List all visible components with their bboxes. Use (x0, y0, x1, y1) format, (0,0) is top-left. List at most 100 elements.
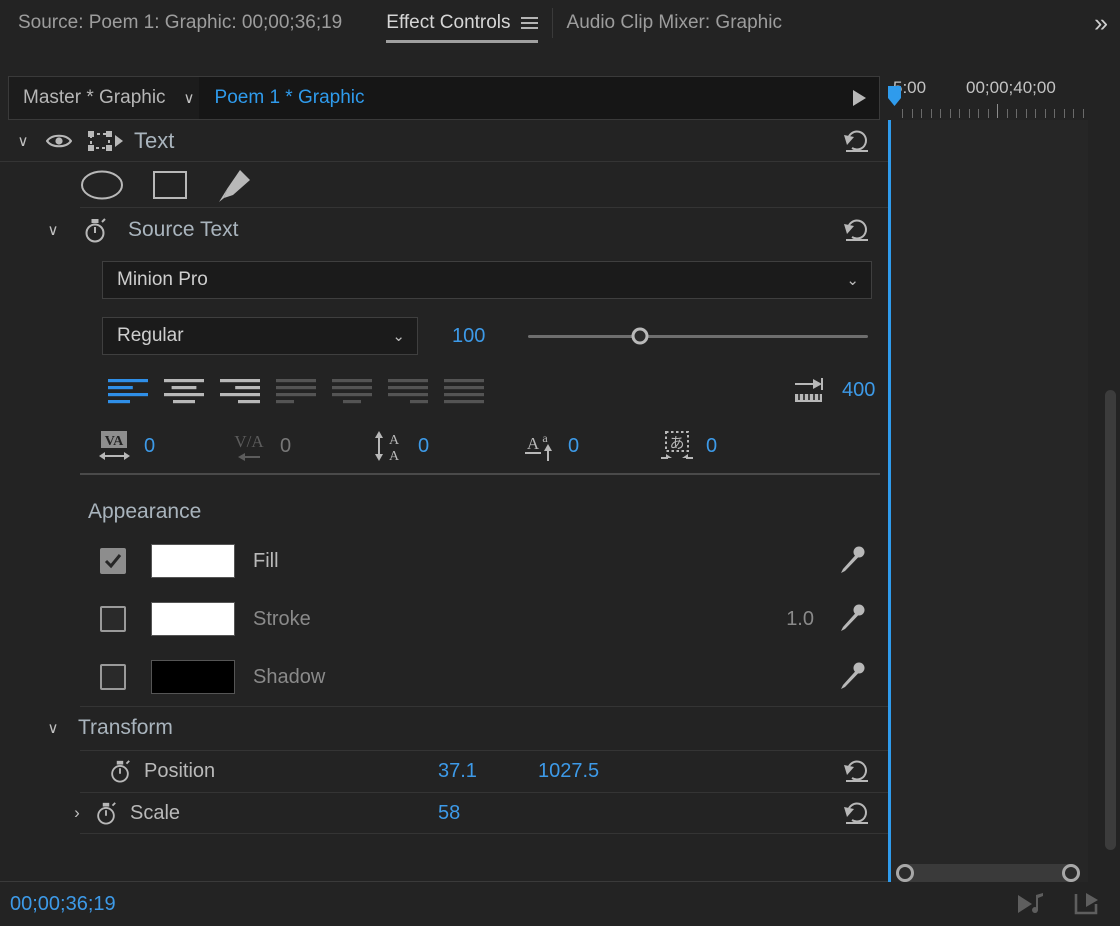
play-audio-icon[interactable] (1016, 892, 1046, 916)
position-reset-icon[interactable] (842, 758, 872, 784)
leading-icon: A A (372, 429, 406, 463)
keyframe-track-area[interactable] (888, 120, 1088, 882)
font-family-value: Minion Pro (117, 269, 208, 290)
tab-overflow-icon[interactable]: » (1094, 6, 1108, 40)
source-text-reset-icon[interactable] (842, 217, 872, 243)
fill-label: Fill (253, 549, 279, 572)
eye-icon[interactable] (46, 132, 72, 150)
scale-value[interactable]: 58 (438, 802, 460, 825)
svg-text:a: a (542, 431, 548, 445)
tab-source-label: Source: Poem 1: Graphic: 00;00;36;19 (18, 12, 343, 33)
position-y-value[interactable]: 1027.5 (538, 760, 599, 783)
tab-width-value[interactable]: 400 (842, 379, 875, 402)
stroke-width-value[interactable]: 1.0 (786, 608, 814, 631)
source-text-disclosure-icon[interactable]: ∨ (44, 221, 62, 239)
status-bar: 00;00;36;19 (0, 882, 1120, 926)
tab-audio-clip-mixer-label: Audio Clip Mixer: Graphic (566, 12, 782, 33)
fill-color-swatch[interactable] (151, 544, 235, 578)
tab-source-monitor[interactable]: Source: Poem 1: Graphic: 00;00;36;19 (0, 0, 372, 46)
justify-last-center-button[interactable] (324, 375, 380, 405)
position-label: Position (144, 759, 216, 782)
align-right-button[interactable] (212, 375, 268, 405)
selector-chevron-down-icon[interactable]: ∨ (180, 89, 199, 107)
export-frame-icon[interactable] (1072, 891, 1100, 917)
motion-bounding-box-icon[interactable] (86, 130, 124, 152)
tsume-value[interactable]: 0 (706, 435, 717, 458)
tab-audio-clip-mixer[interactable]: Audio Clip Mixer: Graphic (553, 0, 796, 46)
tsume-control[interactable]: あ 0 (660, 429, 717, 463)
text-layer-reset-icon[interactable] (842, 128, 872, 154)
master-graphic-label[interactable]: Master * Graphic (9, 87, 180, 109)
ruler-label-1: 00;00;40;00 (966, 78, 1056, 97)
baseline-shift-control[interactable]: A a 0 (522, 429, 660, 463)
font-size-slider[interactable] (528, 317, 868, 355)
shadow-label: Shadow (253, 665, 326, 688)
justify-last-left-button[interactable] (268, 375, 324, 405)
position-stopwatch-icon[interactable] (108, 758, 132, 784)
playhead-line (888, 120, 891, 882)
clip-play-icon[interactable] (839, 77, 879, 119)
ruler-ticks (888, 104, 1088, 118)
baseline-shift-icon: A a (522, 429, 556, 463)
transform-section-header[interactable]: ∨ Transform (0, 706, 888, 750)
scale-stopwatch-icon[interactable] (94, 800, 118, 826)
appearance-row-stroke: Stroke 1.0 (0, 590, 888, 648)
source-text-stopwatch-icon[interactable] (82, 216, 108, 244)
justify-last-right-button[interactable] (380, 375, 436, 405)
shadow-eyedropper-icon[interactable] (838, 662, 866, 692)
timeline-zoom-scrollbar[interactable] (888, 862, 1088, 884)
tab-width-icon[interactable] (792, 375, 826, 405)
zoom-handle-right[interactable] (1062, 864, 1080, 882)
shadow-color-swatch[interactable] (151, 660, 235, 694)
tab-effect-controls[interactable]: Effect Controls (372, 0, 551, 46)
fill-checkbox[interactable] (100, 548, 126, 574)
rectangle-tool-icon[interactable] (152, 169, 188, 201)
scale-expand-chevron-icon[interactable]: › (68, 803, 86, 823)
position-x-value[interactable]: 37.1 (438, 760, 477, 783)
playhead-marker[interactable] (888, 86, 901, 106)
clip-graphic-label[interactable]: Poem 1 * Graphic (198, 77, 839, 119)
pen-tool-icon[interactable] (216, 168, 252, 202)
align-center-button[interactable] (156, 375, 212, 405)
justify-all-button[interactable] (436, 375, 492, 405)
transform-title: Transform (78, 716, 173, 739)
transform-disclosure-icon[interactable]: ∨ (44, 719, 62, 737)
stroke-eyedropper-icon[interactable] (838, 604, 866, 634)
leading-control[interactable]: A A 0 (372, 429, 522, 463)
tracking-control[interactable]: VA 0 (98, 429, 234, 463)
appearance-row-fill: Fill (0, 532, 888, 590)
vertical-scrollbar[interactable] (1105, 390, 1116, 850)
font-size-slider-knob[interactable] (631, 327, 649, 345)
transform-row-position: Position 37.1 1027.5 (0, 750, 888, 792)
panel-menu-icon[interactable] (520, 17, 538, 29)
font-family-row: Minion Pro ⌄ (0, 252, 888, 308)
text-layer-disclosure-icon[interactable]: ∨ (14, 132, 32, 150)
kerning-value: 0 (280, 434, 292, 457)
appearance-row-shadow: Shadow (0, 648, 888, 706)
font-family-select[interactable]: Minion Pro ⌄ (102, 261, 872, 299)
font-size-value[interactable]: 100 (452, 325, 508, 348)
timeline-ruler[interactable]: 5:00 00;00;40;00 (888, 76, 1088, 120)
shadow-checkbox[interactable] (100, 664, 126, 690)
leading-value[interactable]: 0 (418, 435, 429, 458)
align-left-button[interactable] (100, 375, 156, 405)
scale-reset-icon[interactable] (842, 800, 872, 826)
ellipse-tool-icon[interactable] (80, 169, 124, 201)
tracking-value[interactable]: 0 (144, 435, 155, 458)
source-text-header[interactable]: ∨ Source Text (0, 208, 888, 252)
baseline-shift-value[interactable]: 0 (568, 435, 579, 458)
active-tab-underline (386, 40, 538, 43)
current-timecode[interactable]: 00;00;36;19 (0, 893, 116, 916)
font-style-chevron-down-icon: ⌄ (392, 328, 405, 345)
fill-eyedropper-icon[interactable] (838, 546, 866, 576)
font-style-select[interactable]: Regular ⌄ (102, 317, 418, 355)
source-text-label: Source Text (128, 218, 239, 241)
font-family-chevron-down-icon: ⌄ (846, 272, 859, 289)
shape-tools-row (0, 162, 888, 208)
stroke-checkbox[interactable] (100, 606, 126, 632)
stroke-color-swatch[interactable] (151, 602, 235, 636)
zoom-handle-left[interactable] (896, 864, 914, 882)
effect-controls-body: ∨ Text ∨ Source Text Minion Pro ⌄ Regula… (0, 120, 1120, 882)
svg-text:A: A (527, 434, 540, 453)
layer-row-text[interactable]: ∨ Text (0, 120, 888, 162)
